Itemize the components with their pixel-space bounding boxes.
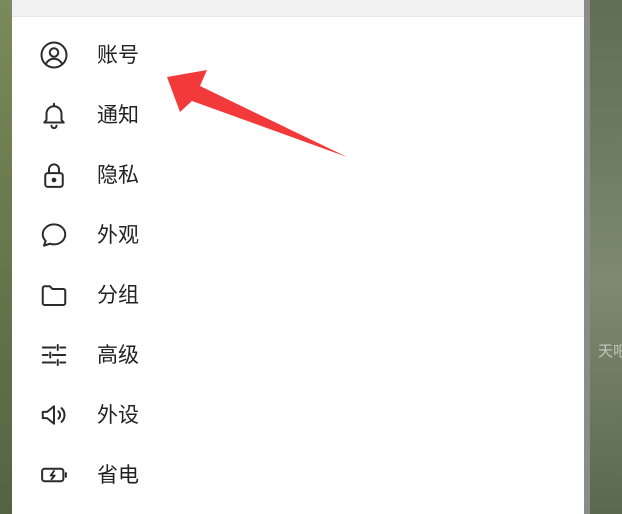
bell-icon <box>39 100 69 130</box>
background-watermark-text: 天吧 <box>598 342 622 360</box>
menu-item-peripherals[interactable]: 外设 <box>12 384 584 444</box>
menu-item-appearance[interactable]: 外观 <box>12 204 584 264</box>
lock-icon <box>39 160 69 190</box>
menu-item-label: 高级 <box>97 343 139 367</box>
menu-item-label: 外设 <box>97 403 139 427</box>
background-left-strip <box>0 0 12 514</box>
settings-panel: 账号 通知 隐私 外观 分组 高级 外设 省电 <box>12 0 584 514</box>
menu-item-label: 通知 <box>97 103 139 127</box>
account-circle-icon <box>39 40 69 70</box>
menu-item-groups[interactable]: 分组 <box>12 264 584 324</box>
menu-item-power-saving[interactable]: 省电 <box>12 444 584 504</box>
menu-item-label: 外观 <box>97 223 139 247</box>
sliders-icon <box>39 340 69 370</box>
speaker-icon <box>39 400 69 430</box>
background-right-strip: 天吧 <box>590 0 622 514</box>
menu-item-label: 账号 <box>97 43 139 67</box>
annotation-arrow <box>167 70 347 157</box>
scrollbar[interactable] <box>584 0 590 514</box>
menu-item-label: 隐私 <box>97 163 139 187</box>
menu-item-advanced[interactable]: 高级 <box>12 324 584 384</box>
folder-icon <box>39 280 69 310</box>
battery-bolt-icon <box>39 460 69 490</box>
menu-item-label: 省电 <box>97 463 139 487</box>
chat-bubble-icon <box>39 220 69 250</box>
panel-top-bar <box>12 0 584 17</box>
menu-item-label: 分组 <box>97 283 139 307</box>
